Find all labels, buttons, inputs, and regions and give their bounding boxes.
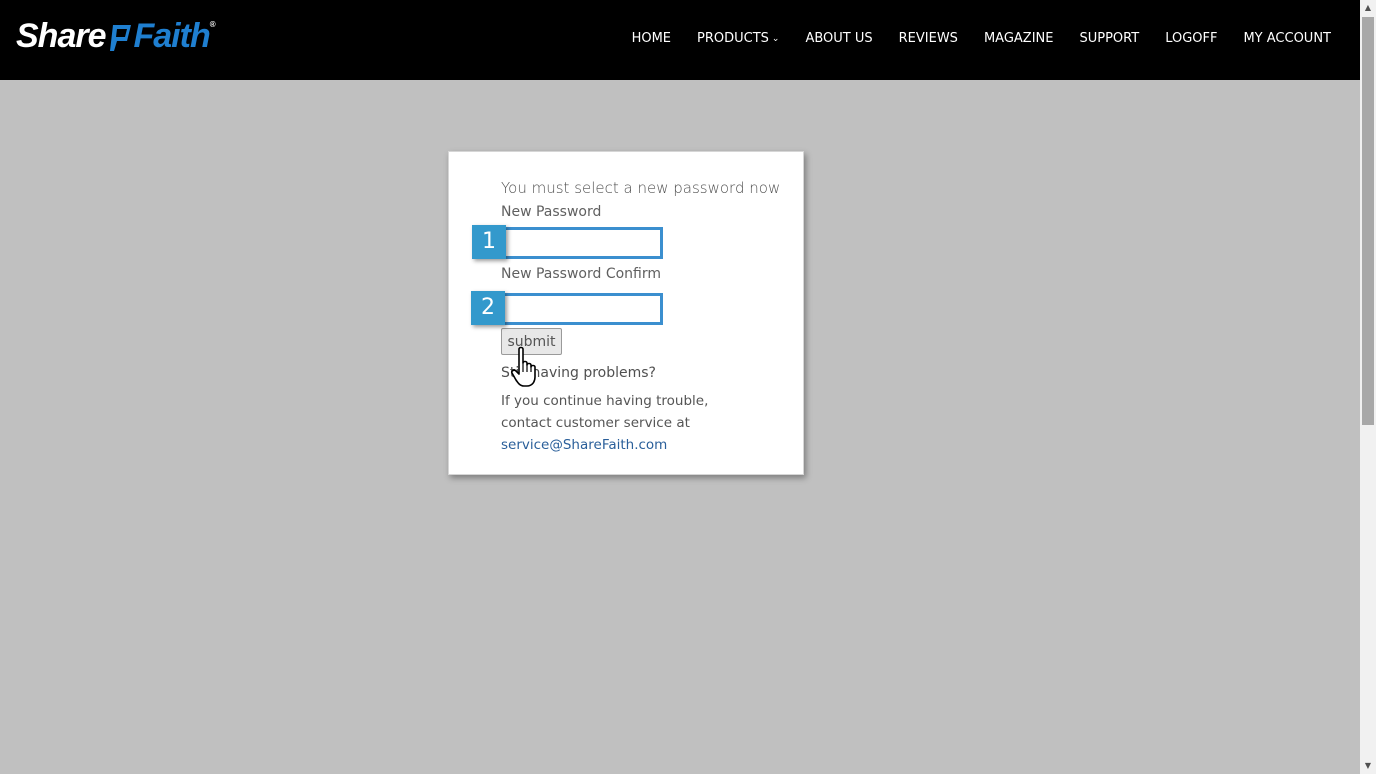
nav-magazine[interactable]: MAGAZINE [984,30,1054,49]
new-password-label: New Password [501,204,602,220]
vertical-scrollbar[interactable]: ▲ ▼ [1360,0,1376,774]
new-password-input[interactable] [501,227,663,259]
nav-products[interactable]: PRODUCTS ⌄ [697,30,779,49]
new-password-confirm-input[interactable] [501,293,663,325]
scrollbar-thumb[interactable] [1362,17,1374,425]
nav-support[interactable]: SUPPORT [1079,30,1139,49]
sharefaith-logo[interactable]: Share Faith ® [16,16,216,56]
logo-mark-icon [107,19,133,53]
chevron-down-icon: ⌄ [771,34,780,44]
help-text: If you continue having trouble, contact … [501,390,741,456]
top-navigation-bar: Share Faith ® HOME PRODUCTS ⌄ ABOUT US RE… [0,0,1360,80]
step-badge-1: 1 [472,225,506,259]
scroll-down-arrow-icon[interactable]: ▼ [1360,758,1376,774]
nav-reviews[interactable]: REVIEWS [899,30,958,49]
step-badge-2: 2 [471,291,505,325]
hand-pointer-cursor-icon [510,345,546,389]
form-title: You must select a new password now [501,179,781,197]
logo-text-share: Share [16,16,106,55]
nav-my-account[interactable]: MY ACCOUNT [1243,30,1331,49]
nav-logoff[interactable]: LOGOFF [1165,30,1217,49]
help-line-1: If you continue having trouble, [501,393,709,409]
nav-about-us[interactable]: ABOUT US [805,30,872,49]
help-line-2: contact customer service at [501,415,690,431]
scroll-up-arrow-icon[interactable]: ▲ [1360,0,1376,16]
logo-trademark: ® [209,20,216,29]
nav-products-label: PRODUCTS [697,31,769,46]
new-password-confirm-label: New Password Confirm [501,266,662,282]
main-nav: HOME PRODUCTS ⌄ ABOUT US REVIEWS MAGAZINE… [606,30,1331,49]
nav-home[interactable]: HOME [632,30,671,49]
logo-text-faith: Faith [133,16,211,55]
support-email-link[interactable]: service@ShareFaith.com [501,437,667,453]
